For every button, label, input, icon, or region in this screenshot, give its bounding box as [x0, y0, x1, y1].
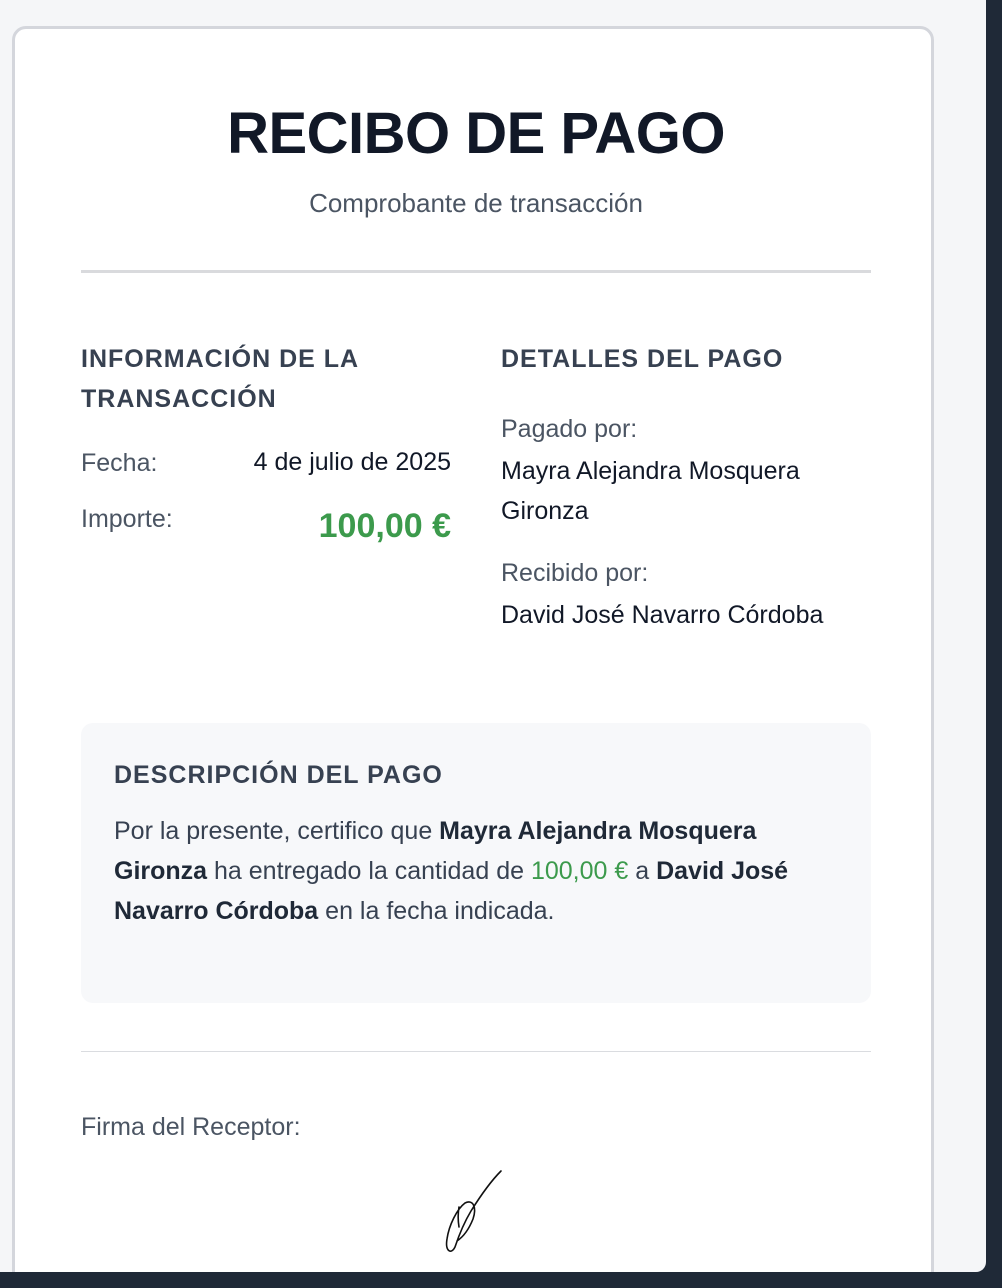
payment-description-heading: DESCRIPCIÓN DEL PAGO — [114, 761, 443, 789]
header-divider — [81, 270, 871, 273]
payment-details-heading: DETALLES DEL PAGO — [501, 345, 784, 373]
description-amount: 100,00 € — [530, 857, 629, 885]
receipt-subtitle: Comprobante de transacción — [309, 188, 643, 218]
signature-divider — [81, 1051, 871, 1052]
description-text-part: Por la presente, certifico que — [114, 817, 440, 845]
received-by-value: David José Navarro Córdoba — [501, 601, 824, 629]
transaction-info-heading: INFORMACIÓN DE LA TRANSACCIÓN — [81, 345, 359, 413]
date-label: Fecha: — [81, 449, 158, 477]
date-value: 4 de julio de 2025 — [253, 448, 451, 476]
receiver-signature — [445, 1170, 502, 1252]
payment-description-box: DESCRIPCIÓN DEL PAGO Por la presente, ce… — [81, 723, 871, 1003]
receipt-title: RECIBO DE PAGO — [227, 101, 725, 166]
paid-by-label: Pagado por: — [501, 415, 638, 443]
amount-value: 100,00 € — [318, 507, 451, 545]
amount-label: Importe: — [81, 505, 173, 533]
description-text-part: en la fecha indicada. — [318, 897, 555, 925]
payment-description-text: Por la presente, certifico que Mayra Ale… — [114, 811, 804, 931]
description-text-part: a — [628, 857, 657, 885]
description-text-part: ha entregado la cantidad de — [207, 857, 531, 885]
page-viewport: RECIBO DE PAGO Comprobante de transacció… — [0, 0, 986, 1272]
received-by-label: Recibido por: — [501, 559, 649, 587]
receipt-card: RECIBO DE PAGO Comprobante de transacció… — [12, 26, 934, 1272]
paid-by-value: Mayra Alejandra Mosquera Gironza — [501, 457, 800, 525]
signature-label: Firma del Receptor: — [81, 1113, 301, 1141]
